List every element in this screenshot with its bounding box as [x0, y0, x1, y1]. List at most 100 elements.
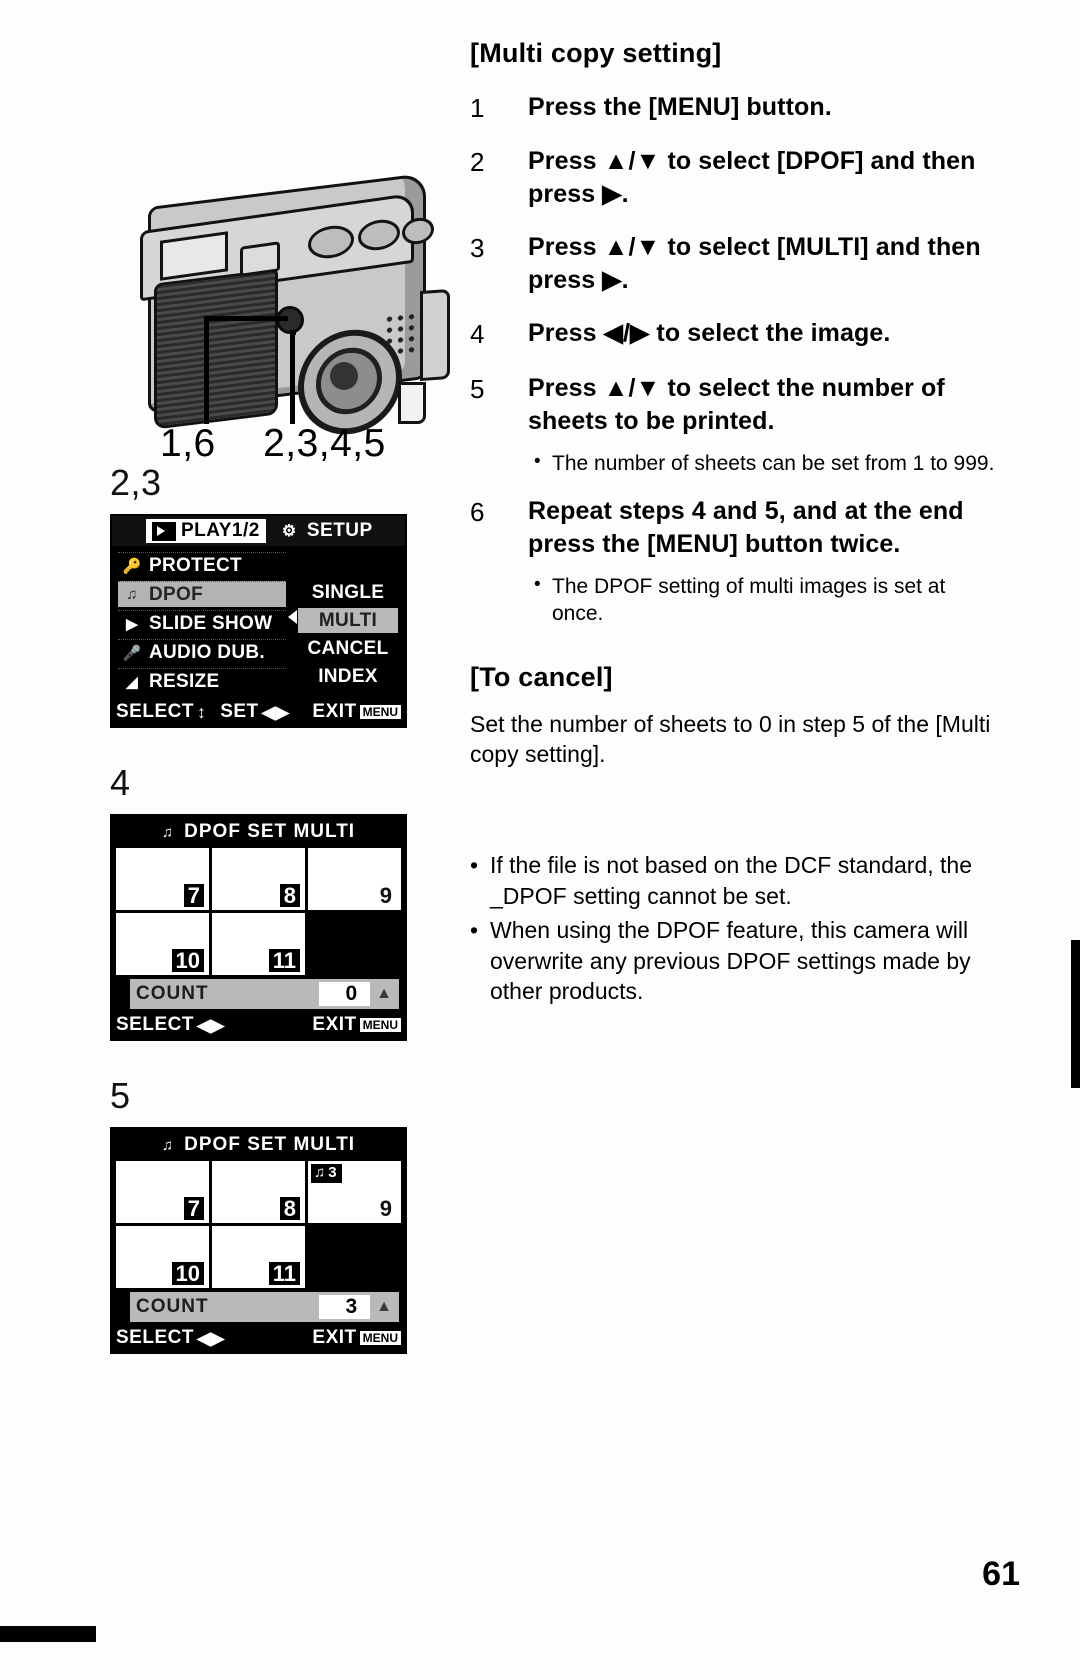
figure-step-label-23: 2,3 [110, 462, 162, 503]
thumbnail[interactable]: 10 [116, 913, 209, 975]
option-multi[interactable]: MULTI [298, 608, 398, 633]
option-cancel[interactable]: CANCEL [298, 636, 398, 661]
step-3: 3 Press ▲/▼ to select [MULTI] and then p… [470, 231, 1000, 297]
menu-tab-bar: PLAY1/2 ⚙ SETUP [112, 516, 405, 546]
footer-exit-label: EXIT [312, 1014, 357, 1035]
left-right-arrow-icon: ◀▶ [196, 1014, 225, 1035]
footer-select-label: SELECT [116, 1014, 194, 1035]
menu-item-protect-label: PROTECT [149, 554, 242, 576]
menu-body: 🔑 PROTECT ♫ DPOF ▶ SLIDE SHOW 🎤 AUDIO DU… [112, 546, 405, 698]
thumbnail-number: 8 [279, 884, 300, 907]
footer-exit-label: EXIT [312, 701, 357, 722]
thumbnail[interactable]: 7 [116, 848, 209, 910]
thumbnail[interactable]: 11 [212, 913, 305, 975]
footer-select-label: SELECT [116, 701, 194, 722]
step-4-text: Press ◀/▶ to select the image. [528, 319, 891, 348]
step-3-number: 3 [470, 233, 485, 264]
thumbnail-number: 9 [379, 1195, 392, 1221]
option-index[interactable]: INDEX [298, 664, 398, 689]
lcd-dpof-set-multi-screen-5: ♫ DPOF SET MULTI 7 8 ♫ 3 9 10 11 COUNT 3… [110, 1127, 407, 1354]
menu-button-badge: MENU [359, 1331, 401, 1345]
trailing-note-dcf-text: If the file is not based on the DCF stan… [490, 852, 973, 909]
lcd-menu-screen: PLAY1/2 ⚙ SETUP 🔑 PROTECT ♫ DPOF ▶ SLIDE… [110, 514, 407, 728]
footer-select: SELECT ↕ [116, 701, 206, 723]
tab-play[interactable]: PLAY1/2 [146, 519, 266, 543]
thumbnail-number: 10 [171, 1262, 204, 1285]
trailing-note-overwrite: • When using the DPOF feature, this came… [470, 915, 1000, 1007]
thumbnail[interactable]: 11 [212, 1226, 305, 1288]
left-figure-column: 1,6 2,3,4,5 2,3 PLAY1/2 ⚙ SETUP 🔑 PROTEC… [110, 30, 450, 1354]
note-after-step-5-text: The number of sheets can be set from 1 t… [552, 451, 995, 475]
dpof-screen-5-footer-bar: SELECT ◀▶ EXIT MENU [112, 1324, 405, 1352]
dpof-screen-4-count-row: COUNT 0 ▲ [130, 979, 399, 1009]
count-stepper-icon[interactable]: ▲ [376, 985, 393, 1003]
thumbnail-selected[interactable]: ♫ 3 9 [308, 1161, 401, 1223]
thumbnail-number: 7 [183, 884, 204, 907]
option-single[interactable]: SINGLE [298, 580, 398, 605]
footer-exit: EXIT MENU [312, 1014, 401, 1036]
instructions-column: [Multi copy setting] 1 Press the [MENU] … [470, 38, 1000, 1011]
count-value[interactable]: 0 [319, 982, 371, 1006]
play-icon [152, 521, 176, 541]
bullet-icon: • [470, 917, 479, 944]
menu-item-audio-dub[interactable]: 🎤 AUDIO DUB. [118, 639, 286, 665]
step-2-number: 2 [470, 147, 485, 178]
thumbnail[interactable]: 10 [116, 1226, 209, 1288]
camera-callouts: 1,6 2,3,4,5 [160, 422, 480, 466]
callout-right: 2,3,4,5 [263, 422, 386, 465]
dpof-screen-5-title: DPOF SET MULTI [184, 1134, 356, 1155]
note-after-step-5: • The number of sheets can be set from 1… [534, 450, 1000, 477]
menu-item-list: 🔑 PROTECT ♫ DPOF ▶ SLIDE SHOW 🎤 AUDIO DU… [118, 552, 286, 694]
dpof-copies-badge: ♫ 3 [311, 1164, 342, 1183]
count-label: COUNT [136, 1296, 209, 1317]
figure-step-label-5: 5 [110, 1075, 131, 1116]
tab-setup[interactable]: ⚙ SETUP [276, 519, 379, 543]
footer-exit-label: EXIT [312, 1327, 357, 1348]
dpof-icon: ♫ [161, 823, 175, 841]
dpof-screen-4-title-bar: ♫ DPOF SET MULTI [112, 816, 405, 848]
step-2-text: Press ▲/▼ to select [DPOF] and then pres… [528, 147, 976, 209]
menu-item-protect[interactable]: 🔑 PROTECT [118, 552, 286, 578]
menu-screen-figure: 2,3 PLAY1/2 ⚙ SETUP 🔑 PROTECT ♫ DPOF ▶ S… [110, 462, 450, 728]
thumbnail[interactable]: 8 [212, 848, 305, 910]
page-edge-marker [1071, 940, 1080, 1088]
dpof-icon: ♫ [314, 1164, 326, 1181]
bullet-icon: • [534, 573, 541, 595]
thumbnail[interactable]: 8 [212, 1161, 305, 1223]
count-value[interactable]: 3 [319, 1295, 371, 1319]
step-4: 4 Press ◀/▶ to select the image. [470, 317, 1000, 351]
thumbnail-empty-slot [308, 1226, 401, 1288]
menu-item-audio-dub-label: AUDIO DUB. [149, 641, 265, 663]
page-number: 61 [982, 1555, 1020, 1593]
count-stepper-icon[interactable]: ▲ [376, 1298, 393, 1316]
menu-item-dpof[interactable]: ♫ DPOF [118, 581, 286, 607]
footer-exit: EXIT MENU [312, 701, 401, 723]
step-4-number: 4 [470, 319, 485, 350]
up-down-arrow-icon: ↕ [196, 701, 207, 722]
manual-page: 1,6 2,3,4,5 2,3 PLAY1/2 ⚙ SETUP 🔑 PROTEC… [0, 0, 1080, 1680]
left-right-arrow-icon: ◀▶ [196, 1327, 225, 1348]
note-after-step-6: • The DPOF setting of multi images is se… [534, 573, 1000, 628]
step-6: 6 Repeat steps 4 and 5, and at the end p… [470, 495, 1000, 561]
dpof-screen-5-count-row: COUNT 3 ▲ [130, 1292, 399, 1322]
step-5-text: Press ▲/▼ to select the number of sheets… [528, 373, 945, 435]
tab-play-label: PLAY1/2 [181, 520, 260, 541]
thumbnail[interactable]: 7 [116, 1161, 209, 1223]
dpof-screen-4-figure: 4 ♫ DPOF SET MULTI 7 8 9 10 11 COUNT 0 ▲… [110, 762, 450, 1041]
menu-item-resize[interactable]: ◢ RESIZE [118, 668, 286, 694]
step-5-number: 5 [470, 373, 485, 404]
dpof-screen-5-thumbnail-grid: 7 8 ♫ 3 9 10 11 [112, 1161, 405, 1288]
menu-item-resize-label: RESIZE [149, 670, 220, 692]
tab-setup-label: SETUP [306, 520, 373, 541]
camera-viewfinder [240, 241, 280, 277]
camera-corner-notch [398, 382, 426, 424]
leader-line-vertical-right [290, 330, 295, 424]
callout-left: 1,6 [160, 422, 216, 465]
step-6-number: 6 [470, 496, 485, 527]
footer-set: SET ◀▶ [220, 701, 289, 723]
footer-select: SELECT ◀▶ [116, 1327, 225, 1349]
menu-item-slide-show[interactable]: ▶ SLIDE SHOW [118, 610, 286, 636]
dpof-screen-5-figure: 5 ♫ DPOF SET MULTI 7 8 ♫ 3 9 10 11 COUNT… [110, 1075, 450, 1354]
left-right-arrow-icon: ◀▶ [261, 701, 290, 722]
thumbnail-selected[interactable]: 9 [308, 848, 401, 910]
